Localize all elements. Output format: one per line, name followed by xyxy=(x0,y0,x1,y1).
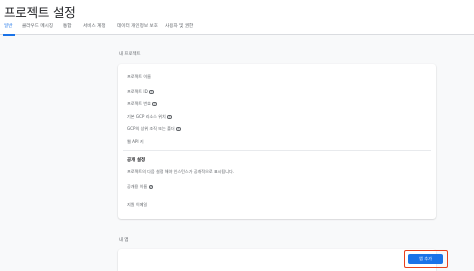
project-id-label: 프로젝트 ID xyxy=(127,89,148,94)
help-circle-icon[interactable]: ? xyxy=(149,89,154,95)
project-number-row: 프로젝트 번호 ? xyxy=(127,101,157,107)
project-section-heading: 내 프로젝트 xyxy=(119,52,141,57)
gcp-location-row: 기본 GCP 리소스 위치 ? xyxy=(127,114,172,120)
public-settings-description: 프로젝트의 다음 설정 해야 인스턴스가 공개적으로 표시됩니다. xyxy=(127,169,235,174)
help-circle-icon[interactable]: ? xyxy=(148,184,154,190)
project-name-label: 프로젝트 이름 xyxy=(127,74,151,79)
add-app-highlight: 앱 추가 xyxy=(404,250,448,268)
gcp-location-label: 기본 GCP 리소스 위치 xyxy=(127,114,166,119)
web-api-key-row: 웹 API 키 xyxy=(127,139,144,145)
add-app-button[interactable]: 앱 추가 xyxy=(408,253,443,264)
tab-integrations[interactable]: 통합 xyxy=(63,23,71,29)
tab-cloud-messaging[interactable]: 클라우드 메시징 xyxy=(22,23,53,29)
tab-bar: 일반 클라우드 메시징 통합 서비스 계정 데이터 개인정보 보호 사용자 및 … xyxy=(0,19,474,36)
support-email-row: 지원 이메일 xyxy=(127,202,147,208)
tab-data-privacy[interactable]: 데이터 개인정보 보호 xyxy=(117,23,158,29)
project-number-label: 프로젝트 번호 xyxy=(127,101,151,106)
active-tab-indicator xyxy=(3,34,15,36)
help-circle-icon[interactable]: ? xyxy=(176,126,181,132)
public-settings-heading: 공개 설정 xyxy=(127,158,146,163)
project-card: 프로젝트 이름 프로젝트 ID ? 프로젝트 번호 ? 기본 GCP 리소스 위… xyxy=(118,64,436,219)
support-email-label: 지원 이메일 xyxy=(127,202,148,207)
public-name-label: 공개용 이름 xyxy=(127,184,148,189)
help-circle-icon[interactable]: ? xyxy=(167,114,172,120)
tab-service-accounts[interactable]: 서비스 계정 xyxy=(83,23,106,29)
project-name-row: 프로젝트 이름 xyxy=(127,74,151,80)
project-id-row: 프로젝트 ID ? xyxy=(127,89,154,95)
apps-card xyxy=(118,249,436,271)
tab-general[interactable]: 일반 xyxy=(4,23,12,29)
apps-section-heading: 내 앱 xyxy=(119,238,129,243)
tab-users-permissions[interactable]: 사용자 및 권한 xyxy=(165,23,193,29)
web-api-key-label: 웹 API 키 xyxy=(127,139,144,144)
public-name-row: 공개용 이름 ? xyxy=(127,184,154,190)
section-divider xyxy=(123,150,431,151)
help-circle-icon[interactable]: ? xyxy=(152,101,157,107)
gcp-parent-label: GCP의 상위 조직 또는 폴더 xyxy=(127,126,175,131)
gcp-parent-row: GCP의 상위 조직 또는 폴더 ? xyxy=(127,126,181,132)
